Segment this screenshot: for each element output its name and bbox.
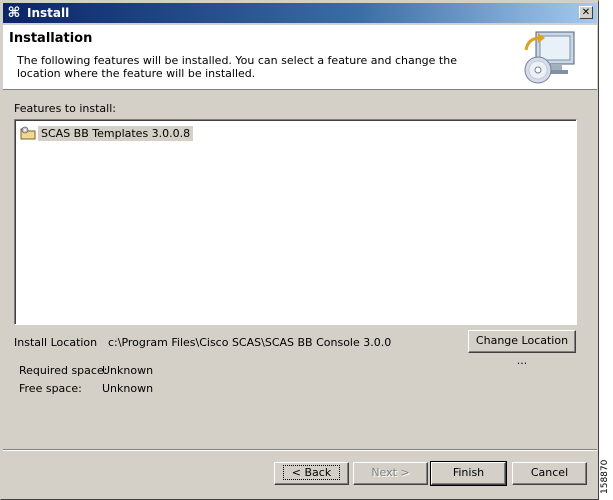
page-description: The following features will be installed… <box>17 54 457 80</box>
required-space-label: Required space: <box>19 364 108 377</box>
button-separator <box>3 449 597 451</box>
features-label: Features to install: <box>14 102 116 115</box>
back-button-label: < Back <box>282 465 341 480</box>
finish-button[interactable]: Finish <box>430 461 507 486</box>
install-location-label: Install Location <box>14 336 98 349</box>
install-dialog: ⌘ Install ✕ Installation The following f… <box>0 0 599 500</box>
eclipse-install-icon: ⌘ <box>7 5 21 21</box>
close-button[interactable]: ✕ <box>579 6 593 19</box>
back-button[interactable]: < Back <box>274 462 349 485</box>
window-title: Install <box>27 6 70 20</box>
list-item[interactable]: SCAS BB Templates 3.0.0.8 <box>20 125 194 141</box>
monitor-cd-install-icon <box>524 31 575 84</box>
feature-folder-icon <box>20 126 36 140</box>
feature-label: SCAS BB Templates 3.0.0.8 <box>38 125 194 141</box>
title-bar[interactable]: ⌘ Install ✕ <box>3 3 597 23</box>
required-space-value: Unknown <box>102 364 154 377</box>
wizard-header: Installation The following features will… <box>3 25 597 90</box>
change-location-button[interactable]: Change Location ... <box>468 330 576 367</box>
install-location-path: c:\Program Files\Cisco SCAS\SCAS BB Cons… <box>108 336 392 349</box>
free-space-value: Unknown <box>102 382 154 395</box>
features-list[interactable]: SCAS BB Templates 3.0.0.8 <box>14 119 577 325</box>
cancel-button[interactable]: Cancel <box>512 462 587 485</box>
free-space-label: Free space: <box>19 382 82 395</box>
next-button[interactable]: Next > <box>353 462 428 485</box>
figure-id: 158870 <box>600 459 610 494</box>
page-title: Installation <box>9 31 93 46</box>
